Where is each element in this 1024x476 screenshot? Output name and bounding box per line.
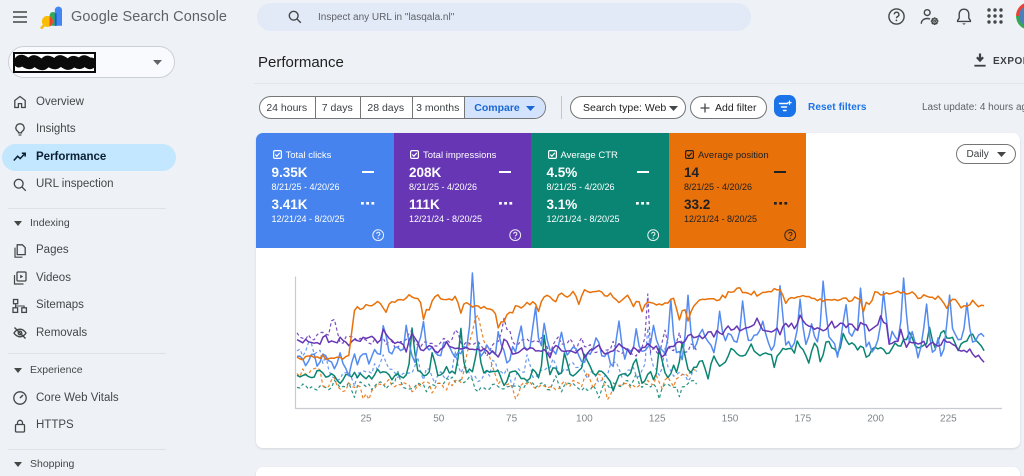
- svg-text:25: 25: [360, 414, 372, 425]
- svg-text:150: 150: [722, 414, 739, 425]
- svg-text:125: 125: [649, 414, 666, 425]
- svg-text:175: 175: [794, 414, 811, 425]
- svg-text:100: 100: [576, 414, 593, 425]
- svg-text:225: 225: [940, 414, 957, 425]
- svg-text:50: 50: [433, 414, 445, 425]
- svg-text:75: 75: [506, 414, 518, 425]
- svg-text:200: 200: [867, 414, 884, 425]
